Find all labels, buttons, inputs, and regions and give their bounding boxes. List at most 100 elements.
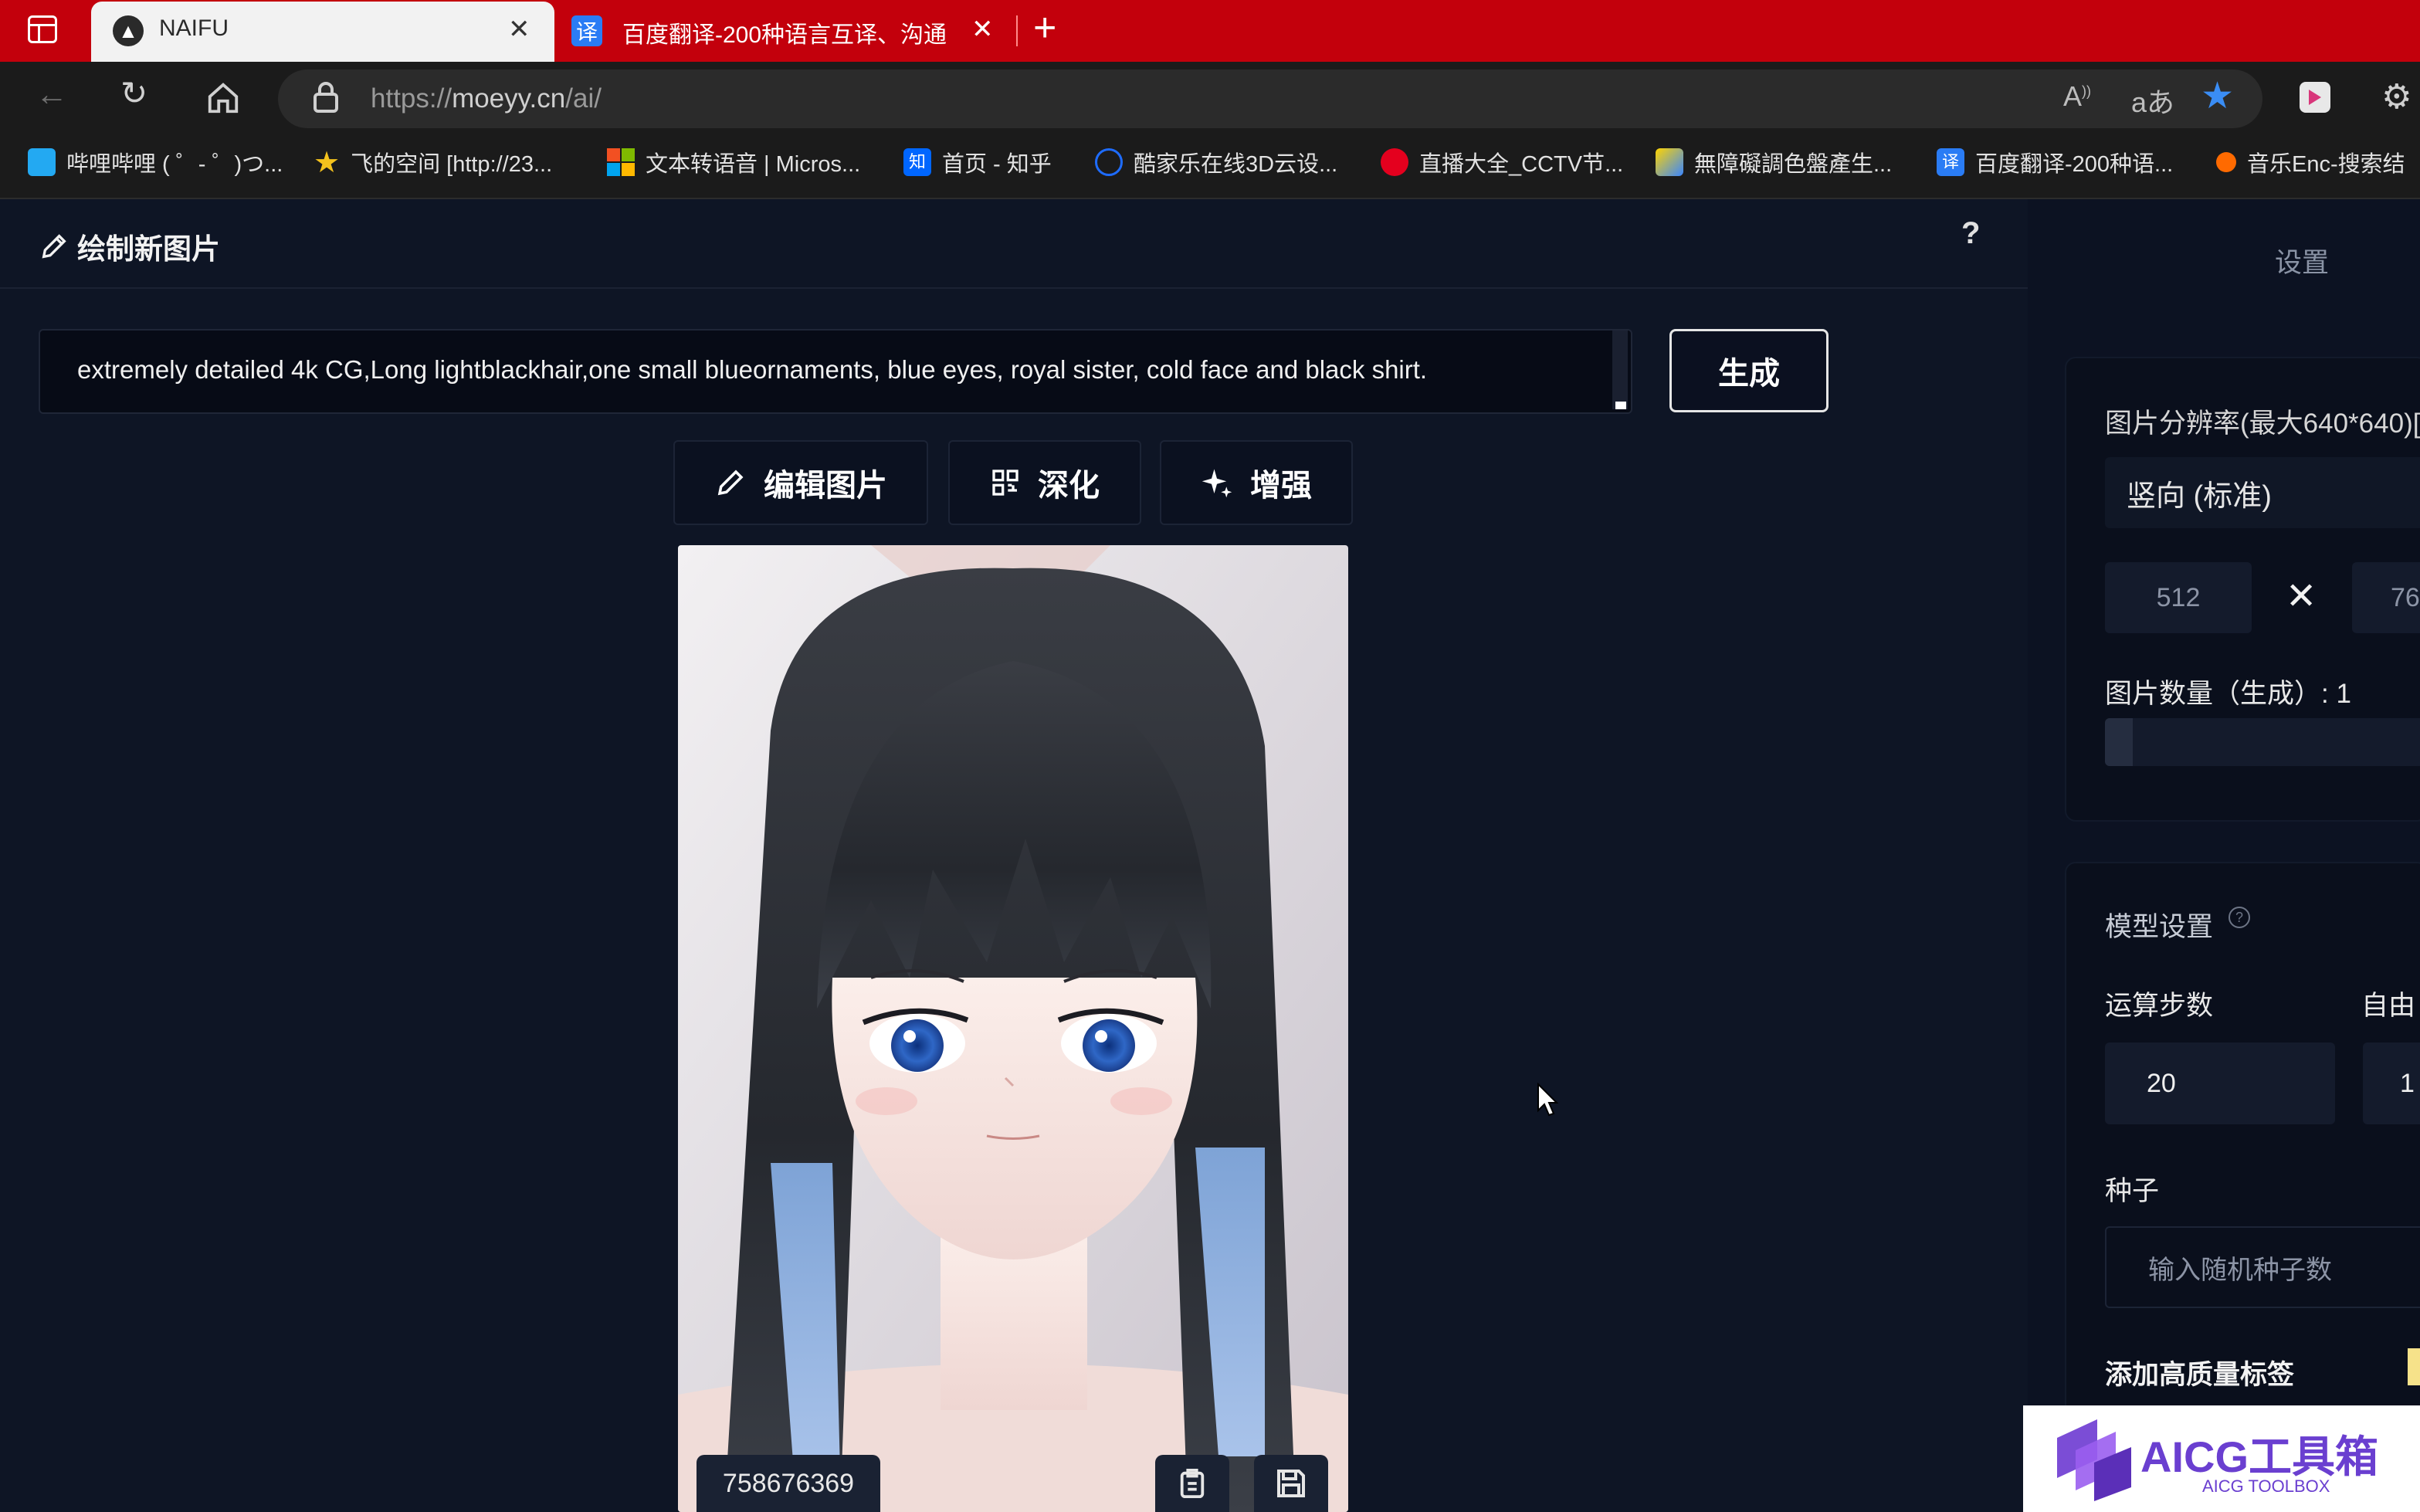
resolution-label: 图片分辨率(最大640*640)[ (2105, 409, 2420, 439)
save-image-button[interactable] (1254, 1455, 1328, 1512)
page-title: 绘制新图片 (39, 225, 220, 267)
new-tab-icon[interactable]: + (1033, 5, 1056, 51)
height-input[interactable]: 76 (2352, 562, 2420, 633)
close-tab-icon[interactable]: ✕ (508, 14, 530, 45)
url-path: /ai/ (565, 83, 602, 114)
settings-tab[interactable]: 设置 (2275, 241, 2329, 280)
bookmark-item[interactable]: 知首页 - 知乎 (903, 147, 1052, 178)
seed-input[interactable]: 输入随机种子数 (2105, 1226, 2420, 1308)
reload-icon[interactable]: ↻ (120, 74, 147, 112)
edit-image-label: 编辑图片 (764, 469, 887, 503)
aicg-subbrand: AICG TOOLBOX (2202, 1476, 2330, 1496)
home-icon[interactable] (205, 80, 241, 120)
mouse-cursor-icon (1537, 1082, 1560, 1122)
image-count-label: 图片数量（生成）: 1 (2105, 679, 2351, 709)
tab-actions-icon[interactable] (28, 15, 57, 43)
width-value: 512 (2156, 582, 2201, 612)
cctv-icon (1381, 148, 1408, 176)
copy-clipboard-button[interactable] (1155, 1455, 1229, 1512)
resize-handle[interactable] (1615, 402, 1626, 409)
times-icon: ✕ (2286, 576, 2317, 617)
page-title-text: 绘制新图片 (77, 233, 220, 265)
bookmark-item[interactable]: 直播大全_CCTV节... (1381, 147, 1623, 178)
palette-icon (1656, 148, 1683, 176)
aicg-logo-icon (2051, 1416, 2134, 1505)
grid-icon (992, 470, 1019, 496)
zhihu-icon: 知 (903, 148, 931, 176)
bookmark-label: 酷家乐在线3D云设... (1134, 152, 1338, 177)
read-aloud-icon[interactable]: A)) (2063, 80, 2091, 113)
bookmark-label: 百度翻译-200种语... (1975, 152, 2174, 177)
refine-button[interactable]: 深化 (948, 440, 1141, 525)
bookmark-item[interactable]: 音乐Enc-搜索结 (2216, 147, 2405, 178)
width-input[interactable]: 512 (2105, 562, 2252, 633)
star-icon: ★ (314, 146, 341, 179)
url-text[interactable]: https://moeyy.cn/ai/ (371, 83, 602, 114)
generated-image[interactable] (678, 545, 1348, 1512)
favorite-star-icon[interactable]: ★ (2201, 74, 2234, 117)
bookmark-item[interactable]: 酷家乐在线3D云设... (1095, 147, 1337, 178)
tab-divider (1016, 15, 1018, 46)
clipboard-icon (1180, 1468, 1205, 1498)
edit-image-button[interactable]: 编辑图片 (673, 440, 928, 525)
extensions-icon[interactable]: ⚙ (2381, 77, 2412, 117)
sparkle-icon (1202, 469, 1232, 498)
hq-tag-label: 添加高质量标签 (2105, 1360, 2295, 1390)
enhance-button[interactable]: 增强 (1160, 440, 1353, 525)
aicg-brand: AICG工具箱 (2140, 1432, 2378, 1481)
pencil-icon (717, 470, 744, 496)
steps-value: 20 (2147, 1068, 2176, 1098)
url-scheme: https:// (371, 83, 452, 114)
prompt-text: extremely detailed 4k CG,Long lightblack… (77, 355, 1428, 384)
microsoft-icon (607, 148, 635, 176)
steps-input[interactable]: 20 (2105, 1042, 2335, 1124)
bookmark-item[interactable]: 文本转语音 | Micros... (607, 147, 860, 178)
slider-handle[interactable] (2105, 718, 2133, 766)
freedom-label: 自由 (2361, 991, 2416, 1021)
bookmark-item[interactable]: 無障礙調色盤產生... (1656, 147, 1892, 178)
steps-label: 运算步数 (2105, 991, 2214, 1021)
model-settings-label: 模型设置 (2105, 912, 2214, 942)
bookmark-label: 飞的空间 [http://23... (351, 152, 553, 177)
lock-icon[interactable] (310, 80, 341, 118)
bookmark-label: 文本转语音 | Micros... (646, 152, 861, 177)
seed-badge[interactable]: 758676369 (697, 1455, 880, 1512)
baidu-translate-favicon-icon: 译 (571, 15, 602, 46)
bilibili-icon (28, 148, 56, 176)
bookmark-item[interactable]: ★ 飞的空间 [http://23... (314, 146, 553, 179)
refine-label: 深化 (1038, 469, 1100, 503)
hq-tag-toggle[interactable] (2408, 1348, 2420, 1385)
freedom-value: 1 (2400, 1068, 2415, 1098)
generate-button[interactable]: 生成 (1669, 329, 1829, 412)
music-icon (2216, 152, 2236, 172)
bookmark-label: 首页 - 知乎 (942, 152, 1052, 177)
tab-title[interactable]: 百度翻译-200种语言互译、沟通全世界 (622, 15, 947, 49)
media-extension-icon[interactable] (2300, 82, 2330, 113)
bookmark-item[interactable]: 哔哩哔哩 ( ゜- ゜)つ... (28, 147, 283, 178)
url-host: moeyy.cn (452, 83, 566, 114)
baidu-translate-icon: 译 (1937, 148, 1964, 176)
height-value: 76 (2391, 582, 2420, 612)
close-tab-icon[interactable]: ✕ (971, 14, 994, 45)
seed-placeholder: 输入随机种子数 (2148, 1255, 2332, 1285)
help-button[interactable]: ? (1961, 216, 1980, 251)
resolution-select[interactable]: 竖向 (标准) (2105, 457, 2420, 528)
kujiale-icon (1095, 148, 1123, 176)
back-icon[interactable]: ← (36, 76, 68, 113)
freedom-input[interactable]: 1 (2363, 1042, 2420, 1124)
bookmark-label: 哔哩哔哩 ( ゜- ゜)つ... (66, 152, 283, 177)
pencil-icon (42, 234, 66, 259)
image-count-slider[interactable] (2105, 718, 2420, 766)
enhance-label: 增强 (1250, 469, 1312, 503)
tab-title: NAIFU (159, 15, 229, 41)
translate-icon[interactable]: aあ (2131, 80, 2174, 120)
bookmark-item[interactable]: 译百度翻译-200种语... (1937, 147, 2173, 178)
prompt-scrollbar[interactable] (1612, 331, 1628, 409)
seed-label: 种子 (2105, 1176, 2160, 1206)
resolution-option: 竖向 (标准) (2127, 480, 2272, 513)
save-icon (1277, 1470, 1305, 1497)
header-divider (0, 287, 2028, 289)
bookmark-label: 無障礙調色盤產生... (1694, 152, 1893, 177)
help-circle-icon[interactable]: ? (2229, 907, 2250, 928)
bookmark-label: 直播大全_CCTV节... (1419, 152, 1624, 177)
